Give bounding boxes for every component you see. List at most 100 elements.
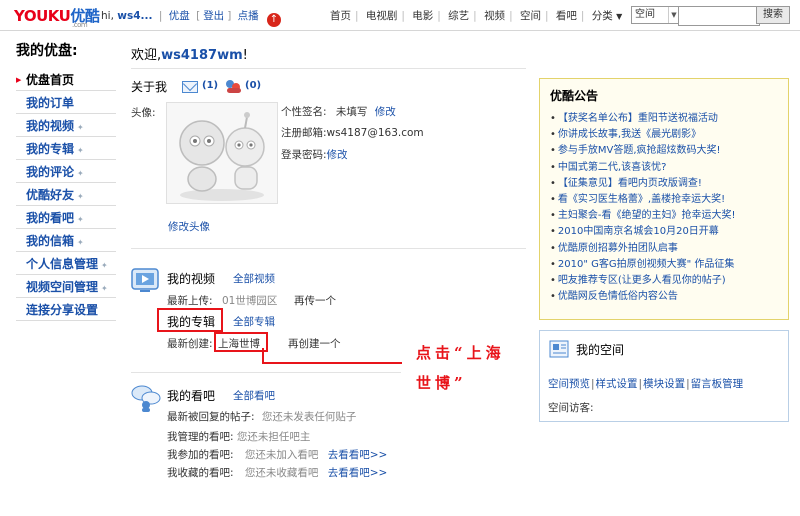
announcement-item[interactable]: 优酷原创招募外拍团队启事: [550, 241, 736, 257]
sidebar-item-profile[interactable]: 个人信息管理 ✦: [16, 252, 116, 275]
divider: [131, 372, 401, 373]
sidebar-item-label[interactable]: 优盘首页: [26, 73, 74, 87]
expand-icon[interactable]: ✦: [77, 123, 84, 132]
sidebar-item-label[interactable]: 我的信箱: [26, 234, 74, 248]
announcement-item[interactable]: 你讲成长故事,我送《晨光剧影》: [550, 127, 736, 143]
sidebar-item-orders[interactable]: 我的订单: [16, 91, 116, 114]
highlight-box: [157, 308, 223, 332]
sidebar-item-bars[interactable]: 我的看吧 ✦: [16, 206, 116, 229]
style-settings-link[interactable]: 样式设置: [596, 378, 638, 390]
welcome-username-link[interactable]: ws4187wm: [161, 48, 243, 63]
go-see-bars-link[interactable]: 去看看吧>>: [328, 467, 388, 479]
sidebar-item-space-manage[interactable]: 视频空间管理 ✦: [16, 275, 116, 298]
search-input[interactable]: [678, 6, 760, 26]
sidebar-item-videos[interactable]: 我的视频 ✦: [16, 114, 116, 137]
upload-arrow-icon[interactable]: ↑: [266, 13, 281, 27]
change-avatar-text[interactable]: 修改头像: [168, 221, 210, 233]
username-link[interactable]: ws4...: [117, 10, 152, 22]
mail-icon[interactable]: [182, 81, 198, 93]
nav-bar[interactable]: 看吧: [556, 10, 577, 22]
guestbook-manage-link[interactable]: 留言板管理: [691, 378, 744, 390]
expand-icon[interactable]: ✦: [77, 192, 84, 201]
nav-video[interactable]: 视频: [484, 10, 505, 22]
sidebar-item-label[interactable]: 我的评论: [26, 165, 74, 179]
divider: ]: [227, 10, 232, 22]
nav-tv[interactable]: 电视剧: [366, 10, 398, 22]
sidebar-item-comments[interactable]: 我的评论 ✦: [16, 160, 116, 183]
row-label: 我参加的看吧:: [167, 449, 234, 461]
expand-icon[interactable]: ✦: [77, 146, 84, 155]
sidebar-item-home[interactable]: 优盘首页: [16, 68, 116, 92]
sidebar: 我的优盘: 优盘首页 我的订单 我的视频✦ 我的专辑✦ 我的评论✦ 优酷好友✦ …: [16, 40, 116, 321]
sidebar-item-share-settings[interactable]: 连接分享设置: [16, 298, 116, 321]
all-videos-link[interactable]: 全部视频: [233, 271, 275, 286]
sidebar-item-label[interactable]: 个人信息管理: [26, 257, 98, 271]
nav-variety[interactable]: 综艺: [448, 10, 469, 22]
announcement-item[interactable]: 吧友推荐专区(让更多人看见你的帖子): [550, 273, 736, 289]
latest-upload-value[interactable]: 01世博园区: [222, 293, 277, 308]
change-avatar-link[interactable]: 修改头像: [168, 219, 210, 234]
announcement-item[interactable]: 优酷网反色情低俗内容公告: [550, 289, 736, 305]
friend-count[interactable]: (0): [245, 80, 261, 91]
announcement-item[interactable]: 2010" G客G拍原创视频大赛" 作品征集: [550, 257, 736, 273]
sidebar-item-label[interactable]: 我的看吧: [26, 211, 74, 225]
nav-movie[interactable]: 电影: [412, 10, 433, 22]
expand-icon[interactable]: ✦: [77, 215, 84, 224]
nav-space[interactable]: 空间: [520, 10, 541, 22]
all-bars-link[interactable]: 全部看吧: [233, 388, 275, 403]
announcement-item[interactable]: 中国式第二代,该喜该忧?: [550, 160, 736, 176]
my-videos-title: 我的视频: [167, 272, 216, 286]
row-value: 您还未收藏看吧: [244, 467, 319, 479]
announcement-item[interactable]: 【征集意见】看吧内页改版调查!: [550, 176, 736, 192]
announcement-item[interactable]: 主妇聚会-看《绝望的主妇》抢幸运大奖!: [550, 208, 736, 224]
mail-count[interactable]: (1): [202, 80, 218, 91]
announcement-item[interactable]: 2010中国南京名城会10月20日开幕: [550, 224, 736, 240]
nav-home[interactable]: 首页: [330, 10, 351, 22]
sidebar-item-label[interactable]: 我的订单: [26, 96, 74, 110]
annotation-text-1: 点击“上海: [416, 344, 505, 362]
vod-link[interactable]: 点播: [238, 10, 259, 22]
go-see-bars-link[interactable]: 去看看吧>>: [328, 449, 388, 461]
divider: [131, 248, 526, 249]
all-albums-link[interactable]: 全部专辑: [233, 314, 275, 329]
search-button[interactable]: 搜索: [756, 6, 790, 24]
divider: |: [686, 378, 690, 390]
announcement-item[interactable]: 参与手放MV答题,疯抢超炫数码大奖!: [550, 143, 736, 159]
expand-icon[interactable]: ✦: [77, 169, 84, 178]
sidebar-item-label[interactable]: 优酷好友: [26, 188, 74, 202]
top-nav: 首页 | 电视剧 | 电影 | 综艺 | 视频 | 空间 | 看吧 | 分类 ▼: [330, 8, 622, 23]
announcement-item[interactable]: 看《实习医生格蕾》,盖楼抢幸运大奖!: [550, 192, 736, 208]
sidebar-item-friends[interactable]: 优酷好友 ✦: [16, 183, 116, 206]
password-edit-link[interactable]: 修改: [327, 149, 348, 161]
divider: |: [473, 10, 477, 22]
search-scope-select[interactable]: 空间 ▼: [631, 6, 680, 24]
bar-row-replied: 最新被回复的帖子: 您还未发表任何贴子: [167, 409, 356, 424]
email-value: ws4187@163.com: [326, 127, 424, 139]
sidebar-item-label[interactable]: 我的视频: [26, 119, 74, 133]
expand-icon[interactable]: ✦: [101, 261, 108, 270]
avatar[interactable]: [166, 102, 278, 204]
expand-icon[interactable]: ✦: [77, 238, 84, 247]
nav-category[interactable]: 分类: [592, 10, 613, 22]
youpan-link[interactable]: 优盘: [169, 10, 190, 22]
welcome-suffix: !: [242, 48, 248, 63]
logout-link[interactable]: 登出: [203, 10, 224, 22]
module-settings-link[interactable]: 模块设置: [643, 378, 685, 390]
top-bar: YOUKU优酷 .com hi, ws4... | 优盘 [登出] 点播 ↑ 首…: [0, 0, 800, 31]
friends-icon[interactable]: [226, 79, 242, 93]
chevron-down-icon[interactable]: ▼: [616, 12, 622, 21]
expand-icon[interactable]: ✦: [101, 284, 108, 293]
sidebar-item-albums[interactable]: 我的专辑 ✦: [16, 137, 116, 160]
space-preview-link[interactable]: 空间预览: [548, 378, 590, 390]
divider: |: [401, 10, 405, 22]
youku-logo[interactable]: YOUKU优酷 .com: [14, 5, 100, 29]
sidebar-item-label[interactable]: 我的专辑: [26, 142, 74, 156]
my-space-box: 我的空间 空间预览|样式设置|模块设置|留言板管理 空间访客:: [539, 330, 789, 422]
signature-edit-link[interactable]: 修改: [375, 106, 396, 118]
sidebar-item-label[interactable]: 视频空间管理: [26, 280, 98, 294]
sidebar-item-label[interactable]: 连接分享设置: [26, 303, 98, 317]
announcement-item[interactable]: 【获奖名单公布】重阳节送祝福活动: [550, 111, 736, 127]
upload-again-link[interactable]: 再传一个: [294, 293, 336, 308]
create-again-link[interactable]: 再创建一个: [288, 336, 341, 351]
sidebar-item-mailbox[interactable]: 我的信箱 ✦: [16, 229, 116, 252]
